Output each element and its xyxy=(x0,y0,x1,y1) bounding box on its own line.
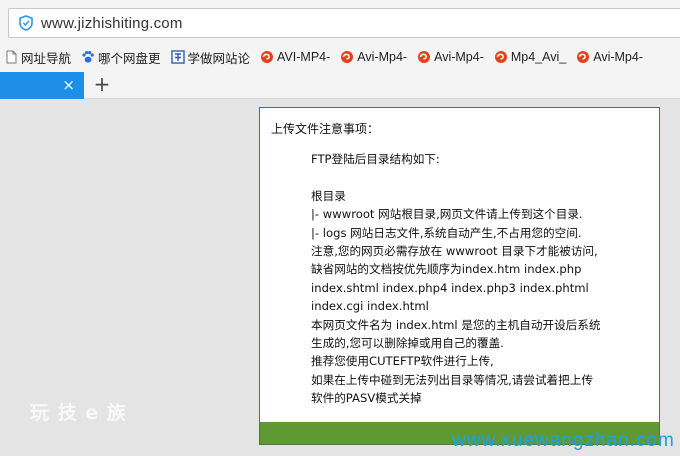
address-bar-row: www.jizhishiting.com xyxy=(0,0,680,44)
bookmark-item[interactable]: 学做网站论 xyxy=(170,48,251,67)
text-line: FTP登陆后目录结构如下: xyxy=(311,152,440,166)
bookmark-item[interactable]: 哪个网盘更 xyxy=(81,48,161,67)
swirl-icon xyxy=(577,51,590,63)
bookmark-label: Avi-Mp4- xyxy=(357,50,408,64)
swirl-icon xyxy=(418,51,431,63)
text-line xyxy=(311,168,651,186)
text-line: 如果在上传中碰到无法列出目录等情况,请尝试着把上传 xyxy=(311,372,593,387)
text-line: index.shtml index.php4 index.php3 index.… xyxy=(311,280,589,295)
shield-icon xyxy=(19,15,33,31)
bookmark-label: Avi-Mp4- xyxy=(434,50,484,64)
watermark-right: www.xuewangzhan.com xyxy=(452,430,675,451)
text-line: 推荐您使用CUTEFTP软件进行上传, xyxy=(311,354,494,369)
close-tab-icon[interactable]: × xyxy=(62,76,75,94)
page-icon xyxy=(6,50,17,64)
panel-title: 上传文件注意事项： xyxy=(271,122,380,136)
swirl-icon xyxy=(261,51,274,63)
bookmark-item[interactable]: Avi-Mp4- xyxy=(417,50,484,64)
text-line: 本网页文件名为 index.html 是您的主机自动开设后系统 xyxy=(311,317,601,332)
bookmark-label: AVI-MP4- xyxy=(277,50,331,64)
tab-strip: × + xyxy=(0,70,680,99)
bookmark-item[interactable]: Avi-Mp4- xyxy=(340,50,407,64)
bookmark-item[interactable]: 网址导航 xyxy=(4,48,71,67)
bookmark-item[interactable]: AVI-MP4- xyxy=(260,50,330,64)
tab-active[interactable]: × xyxy=(0,72,84,99)
text-line: index.cgi index.html xyxy=(311,299,429,314)
bookmark-label: 学做网站论 xyxy=(187,51,251,66)
text-line: |- wwwroot 网站根目录,网页文件请上传到这个目录. xyxy=(311,207,583,222)
text-line: 缺省网站的文档按优先顺序为index.htm index.php xyxy=(311,262,582,277)
swirl-icon xyxy=(494,51,507,63)
url-text[interactable]: www.jizhishiting.com xyxy=(41,15,183,32)
bookmark-item[interactable]: Mp4_Avi_ xyxy=(494,50,566,64)
bookmark-label: Mp4_Avi_ xyxy=(510,50,567,64)
bookmark-label: 网址导航 xyxy=(21,51,72,66)
paw-icon xyxy=(82,51,94,63)
bookmark-label: 哪个网盘更 xyxy=(98,51,161,66)
bookmark-site-icon xyxy=(170,50,185,64)
text-line: 根目录 xyxy=(311,188,346,203)
text-line: 注意,您的网页必需存放在 wwwroot 目录下才能被访问, xyxy=(311,243,598,258)
watermark-left: 玩 技 e 族 xyxy=(30,402,127,424)
text-line: 生成的,您可以删除掉或用自己的覆盖. xyxy=(311,335,504,350)
new-tab-button[interactable]: + xyxy=(92,72,112,96)
bookmark-item[interactable]: Avi-Mp4- xyxy=(576,50,643,64)
upload-notes-panel: 上传文件注意事项： FTP登陆后目录结构如下: 根目录 |- wwwroot 网… xyxy=(259,107,660,445)
text-line: |- logs 网站日志文件,系统自动产生,不占用您的空间. xyxy=(311,225,582,240)
address-bar[interactable]: www.jizhishiting.com xyxy=(8,8,680,38)
panel-body: FTP登陆后目录结构如下: 根目录 |- wwwroot 网站根目录,网页文件请… xyxy=(311,150,651,407)
text-line: 软件的PASV模式关掉 xyxy=(311,391,422,406)
bookmark-label: Avi-Mp4- xyxy=(593,50,643,64)
swirl-icon xyxy=(341,51,354,63)
bookmarks-bar: 网址导航 哪个网盘更 学做网站论 AVI-MP4- Avi-Mp4- Avi-M… xyxy=(0,44,680,70)
